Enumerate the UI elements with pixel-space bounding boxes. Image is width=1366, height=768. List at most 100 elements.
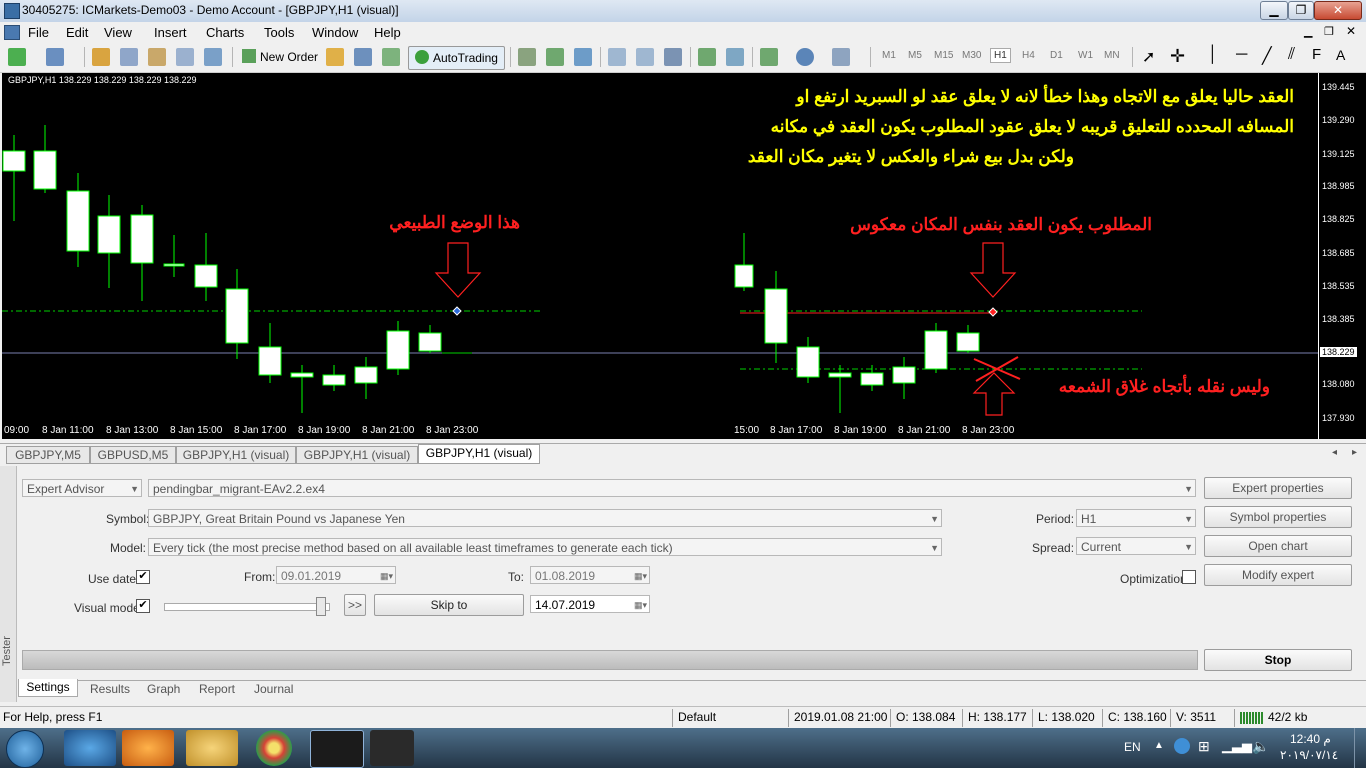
new-order-button[interactable]: New Order xyxy=(238,47,322,67)
speed-slider-thumb[interactable] xyxy=(316,597,326,616)
type-select[interactable]: Expert Advisor ▼ xyxy=(22,479,142,497)
stop-button[interactable]: Stop xyxy=(1204,649,1352,671)
internet-explorer-icon[interactable] xyxy=(64,730,116,766)
visual-mode-checkbox[interactable]: ✔ xyxy=(136,599,150,613)
clock-time[interactable]: 12:40 م xyxy=(1290,732,1331,746)
use-date-checkbox[interactable]: ✔ xyxy=(136,570,150,584)
menu-insert[interactable]: Insert xyxy=(154,25,187,40)
to-date-input[interactable]: 01.08.2019 ▦▾ xyxy=(530,566,650,584)
chart-tab[interactable]: GBPJPY,H1 (visual) xyxy=(176,446,296,464)
chart-tab-active[interactable]: GBPJPY,H1 (visual) xyxy=(418,444,540,464)
skip-to-button[interactable]: Skip to xyxy=(374,594,524,616)
tf-h4-button[interactable]: H4 xyxy=(1022,50,1035,61)
profiles-icon[interactable] xyxy=(46,48,64,66)
child-restore-icon[interactable]: ❐ xyxy=(1324,25,1334,38)
zoom-in-icon[interactable] xyxy=(608,48,626,66)
show-desktop-button[interactable] xyxy=(1354,728,1366,768)
trendline-icon[interactable]: ╱ xyxy=(1262,46,1272,66)
menu-view[interactable]: View xyxy=(104,25,132,40)
tester-tab-settings[interactable]: Settings xyxy=(18,679,78,697)
tester-tab-graph[interactable]: Graph xyxy=(147,682,180,699)
signal-icon[interactable]: ▁▃▅ xyxy=(1222,738,1252,754)
model-select[interactable]: Every tick (the most precise method base… xyxy=(148,538,942,556)
metatrader-alt-icon[interactable] xyxy=(370,730,414,766)
volume-icon[interactable]: 🔈 xyxy=(1252,738,1269,755)
periods-icon[interactable] xyxy=(796,48,814,66)
tester-tab-report[interactable]: Report xyxy=(199,682,235,699)
menu-help[interactable]: Help xyxy=(374,25,401,40)
tf-w1-button[interactable]: W1 xyxy=(1078,50,1093,61)
tf-h1-button[interactable]: H1 xyxy=(990,48,1011,63)
new-chart-icon[interactable] xyxy=(8,48,26,66)
text-tool-icon[interactable]: A xyxy=(1336,47,1345,63)
tester-tab-results[interactable]: Results xyxy=(90,682,130,699)
network-icon[interactable]: ⊞ xyxy=(1198,738,1210,755)
chart-tab[interactable]: GBPJPY,H1 (visual) xyxy=(296,446,418,464)
tf-d1-button[interactable]: D1 xyxy=(1050,50,1063,61)
indicators-icon[interactable] xyxy=(760,48,778,66)
chart-tab[interactable]: GBPUSD,M5 xyxy=(90,446,176,464)
speed-button[interactable]: >> xyxy=(344,594,366,616)
crosshair-icon[interactable]: ✛ xyxy=(1170,46,1185,67)
metatrader-ic-icon[interactable] xyxy=(310,730,364,768)
symbol-select[interactable]: GBPJPY, Great Britain Pound vs Japanese … xyxy=(148,509,942,527)
child-minimize-icon[interactable]: ▁ xyxy=(1304,25,1312,38)
start-button-icon[interactable] xyxy=(6,730,44,768)
expert-properties-button[interactable]: Expert properties xyxy=(1204,477,1352,499)
minimize-button[interactable]: ▁ xyxy=(1260,1,1288,20)
autoscroll-icon[interactable] xyxy=(698,48,716,66)
fibonacci-icon[interactable]: F xyxy=(1312,46,1321,63)
menu-edit[interactable]: Edit xyxy=(66,25,88,40)
menu-file[interactable]: File xyxy=(28,25,49,40)
period-select[interactable]: H1 ▼ xyxy=(1076,509,1196,527)
chart-shift-icon[interactable] xyxy=(726,48,744,66)
tab-scroll-left-icon[interactable]: ◂ xyxy=(1332,447,1337,458)
strategy-tester-icon[interactable] xyxy=(204,48,222,66)
zoom-out-icon[interactable] xyxy=(636,48,654,66)
signals-icon[interactable] xyxy=(354,48,372,66)
price-chart[interactable]: GBPJPY,H1 138.229 138.229 138.229 138.22… xyxy=(2,73,1320,439)
tf-m15-button[interactable]: M15 xyxy=(934,50,953,61)
vertical-line-icon[interactable]: │ xyxy=(1208,46,1218,64)
media-player-icon[interactable] xyxy=(122,730,174,766)
navigator-icon[interactable] xyxy=(148,48,166,66)
candlestick-icon[interactable] xyxy=(546,48,564,66)
chrome-icon[interactable] xyxy=(256,730,292,766)
market-watch-icon[interactable] xyxy=(92,48,110,66)
tile-windows-icon[interactable] xyxy=(664,48,682,66)
terminal-icon[interactable] xyxy=(176,48,194,66)
tf-mn-button[interactable]: MN xyxy=(1104,50,1120,61)
chart-tab[interactable]: GBPJPY,M5 xyxy=(6,446,90,464)
from-date-input[interactable]: 09.01.2019 ▦▾ xyxy=(276,566,396,584)
expert-select[interactable]: pendingbar_migrant-EAv2.2.ex4 ▼ xyxy=(148,479,1196,497)
speed-slider-track[interactable] xyxy=(164,603,330,611)
tray-app-icon[interactable] xyxy=(1174,738,1190,754)
tf-m5-button[interactable]: M5 xyxy=(908,50,922,61)
close-button[interactable]: ✕ xyxy=(1314,1,1362,20)
tf-m30-button[interactable]: M30 xyxy=(962,50,981,61)
cursor-icon[interactable]: ➚ xyxy=(1142,47,1155,67)
modify-expert-button[interactable]: Modify expert xyxy=(1204,564,1352,586)
channel-icon[interactable]: ⫽ xyxy=(1288,46,1295,64)
symbol-properties-button[interactable]: Symbol properties xyxy=(1204,506,1352,528)
menu-window[interactable]: Window xyxy=(312,25,358,40)
tf-m1-button[interactable]: M1 xyxy=(882,50,896,61)
optimization-checkbox[interactable] xyxy=(1182,570,1196,584)
skip-to-date-input[interactable]: 14.07.2019 ▦▾ xyxy=(530,595,650,613)
menu-charts[interactable]: Charts xyxy=(206,25,244,40)
clock-date[interactable]: ٢٠١٩/٠٧/١٤ xyxy=(1280,748,1338,762)
open-chart-button[interactable]: Open chart xyxy=(1204,535,1352,557)
spread-select[interactable]: Current ▼ xyxy=(1076,537,1196,555)
autotrading-button[interactable]: AutoTrading xyxy=(408,46,505,70)
data-window-icon[interactable] xyxy=(120,48,138,66)
child-close-icon[interactable]: ✕ xyxy=(1346,24,1356,38)
metaeditor-icon[interactable] xyxy=(326,48,344,66)
menu-tools[interactable]: Tools xyxy=(264,25,294,40)
show-hidden-icons-icon[interactable]: ▲ xyxy=(1154,740,1164,751)
tester-tab-journal[interactable]: Journal xyxy=(254,682,293,699)
language-indicator[interactable]: EN xyxy=(1124,740,1141,754)
file-explorer-icon[interactable] xyxy=(186,730,238,766)
bar-chart-icon[interactable] xyxy=(518,48,536,66)
templates-icon[interactable] xyxy=(832,48,850,66)
horizontal-line-icon[interactable]: ─ xyxy=(1236,46,1247,64)
